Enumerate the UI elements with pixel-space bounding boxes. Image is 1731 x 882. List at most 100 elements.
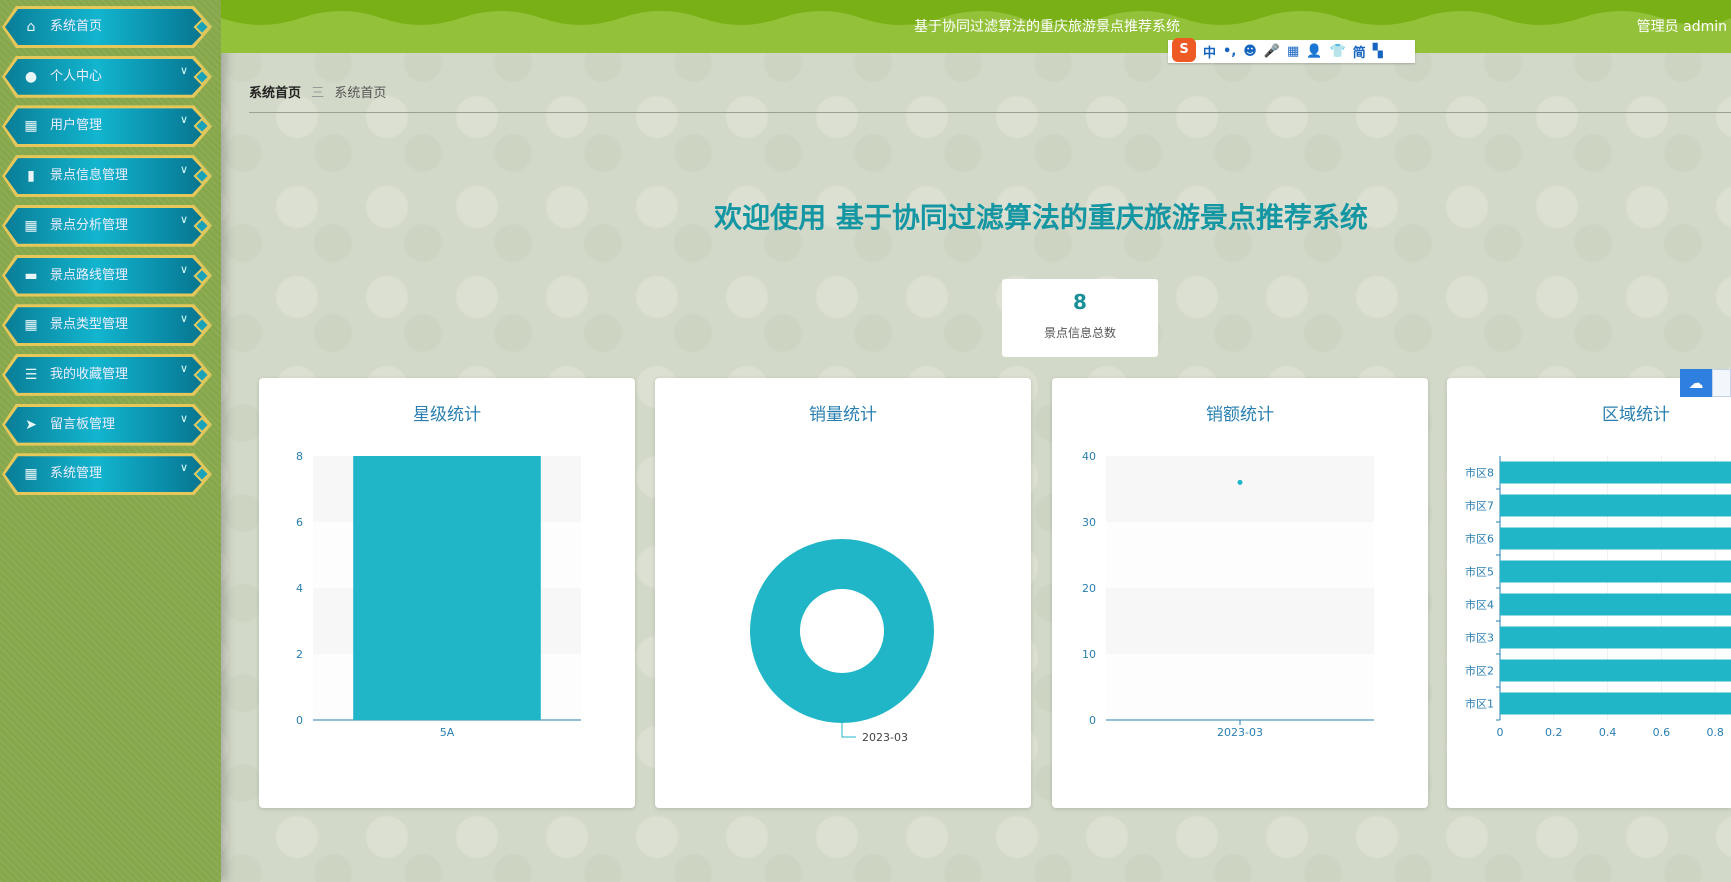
y-tick-label: 市区4 — [1465, 598, 1494, 612]
chevron-down-icon: ∨ — [179, 163, 188, 177]
header: 基于协同过滤算法的重庆旅游景点推荐系统 管理员 admin — [221, 0, 1731, 53]
grid-icon: ▦ — [24, 217, 38, 234]
grid-icon: ▦ — [24, 317, 38, 334]
sidebar: ⌂ 系统首页 ● 个人中心 ∨ ▦ 用户管理 ∨ ▮ 景点信息管理 ∨ ▦ 景点分析管理 ∨ ▬ 景点路线管理… — [0, 0, 221, 882]
sidebar-item-7[interactable]: ☰ 我的收藏管理 ∨ — [2, 354, 212, 396]
bar — [1500, 461, 1731, 484]
chevron-down-icon: ∨ — [179, 262, 188, 276]
y-tick-label: 2 — [296, 648, 303, 661]
y-tick-label: 市区2 — [1465, 664, 1494, 678]
chevron-down-icon: ∨ — [179, 411, 188, 425]
bar — [1500, 626, 1731, 649]
grid-band — [1106, 654, 1374, 720]
sogou-logo-icon: S — [1172, 37, 1196, 62]
user-menu[interactable]: 管理员 admin — [1637, 16, 1727, 36]
stat-label: 景点信息总数 — [1043, 326, 1116, 340]
x-tick-label: 0.4 — [1599, 726, 1617, 739]
grid-icon: ▦ — [24, 118, 38, 135]
x-tick-label: 0 — [1497, 726, 1504, 739]
ticket-icon: ▬ — [24, 267, 38, 284]
chevron-down-icon: ∨ — [179, 63, 188, 77]
ime-tool-4[interactable]: ▦ — [1287, 44, 1299, 59]
breadcrumb: 系统首页 三 系统首页 — [249, 82, 386, 101]
sidebar-item-label: 系统首页 — [50, 19, 103, 34]
y-tick-label: 0 — [296, 714, 303, 727]
sidebar-item-label: 留言板管理 — [50, 416, 116, 432]
ime-tool-8[interactable]: ▚ — [1373, 44, 1383, 59]
y-tick-label: 市区6 — [1465, 532, 1494, 546]
grid-band — [1106, 456, 1374, 522]
sidebar-item-label: 景点信息管理 — [50, 168, 129, 184]
bar — [1500, 527, 1731, 550]
ime-tool-5[interactable]: 👤 — [1306, 44, 1322, 59]
grid-band — [1106, 588, 1374, 654]
label-line — [841, 723, 856, 738]
ime-tool-3[interactable]: 🎤 — [1264, 44, 1280, 59]
x-tick-label: 0.6 — [1653, 726, 1671, 739]
sidebar-item-4[interactable]: ▦ 景点分析管理 ∨ — [2, 205, 212, 247]
bar — [353, 456, 541, 720]
sidebar-item-label: 景点路线管理 — [50, 267, 129, 283]
chevron-down-icon: ∨ — [179, 312, 188, 326]
sidebar-item-label: 景点类型管理 — [50, 317, 129, 333]
y-tick-label: 6 — [296, 516, 303, 529]
y-tick-label: 10 — [1082, 648, 1096, 661]
x-tick-label: 5A — [440, 726, 455, 739]
sidebar-item-3[interactable]: ▮ 景点信息管理 ∨ — [2, 155, 212, 197]
sidebar-item-1[interactable]: ● 个人中心 ∨ — [2, 56, 212, 98]
sidebar-item-6[interactable]: ▦ 景点类型管理 ∨ — [2, 304, 212, 346]
sidebar-item-9[interactable]: ▦ 系统管理 ∨ — [2, 453, 212, 495]
sidebar-item-2[interactable]: ▦ 用户管理 ∨ — [2, 105, 212, 147]
list-icon: ☰ — [24, 366, 38, 383]
ime-tool-6[interactable]: 👕 — [1330, 44, 1346, 59]
x-tick-label: 2023-03 — [1217, 726, 1263, 739]
header-title: 基于协同过滤算法的重庆旅游景点推荐系统 — [914, 19, 1180, 35]
y-tick-label: 8 — [296, 450, 303, 463]
chevron-down-icon: ∨ — [179, 361, 188, 375]
y-tick-label: 40 — [1082, 450, 1096, 463]
data-point — [1237, 479, 1243, 485]
ime-toolbar[interactable]: S 中 •, ☻ 🎤 ▦ 👤 👕 简 ▚ — [1168, 37, 1415, 63]
paper-plane-icon: ➤ — [25, 416, 37, 433]
ime-tool-1[interactable]: •, — [1223, 44, 1236, 59]
ime-tool-7[interactable]: 简 — [1353, 42, 1366, 61]
sidebar-item-label: 我的收藏管理 — [50, 366, 129, 382]
x-tick-label: 0.8 — [1706, 726, 1724, 739]
stat-card: 8 景点信息总数 — [1002, 279, 1158, 357]
cloud-icon[interactable]: ☁ — [1680, 369, 1712, 397]
y-tick-label: 4 — [296, 582, 303, 595]
ime-tool-2[interactable]: ☻ — [1243, 44, 1257, 59]
slice-label: 2023-03 — [862, 731, 908, 744]
y-tick-label: 20 — [1082, 582, 1096, 595]
sidebar-item-8[interactable]: ➤ 留言板管理 ∨ — [2, 404, 212, 446]
breadcrumb-separator: 三 — [311, 86, 325, 101]
user-icon: ● — [24, 68, 38, 85]
bar — [1500, 593, 1731, 616]
breadcrumb-home[interactable]: 系统首页 — [249, 86, 301, 101]
y-tick-label: 市区5 — [1465, 565, 1494, 579]
bar — [1500, 692, 1731, 715]
cloud-save-widget[interactable]: ☁ — [1680, 369, 1731, 397]
grid-band — [1106, 522, 1374, 588]
y-tick-label: 30 — [1082, 516, 1096, 529]
sidebar-item-label: 个人中心 — [50, 68, 103, 84]
y-tick-label: 市区3 — [1465, 631, 1494, 645]
divider — [249, 112, 1731, 113]
chevron-down-icon: ∨ — [179, 212, 188, 226]
x-tick-label: 0.2 — [1545, 726, 1563, 739]
donut-slice — [750, 539, 934, 723]
sales-amount-chart-card: 销额统计 0 10 20 30 40 2023-03 — [1052, 378, 1428, 808]
bar — [1500, 659, 1731, 682]
sidebar-item-5[interactable]: ▬ 景点路线管理 ∨ — [2, 255, 212, 297]
bar-chart-icon: ▮ — [27, 168, 35, 185]
sidebar-item-label: 系统管理 — [50, 466, 103, 482]
breadcrumb-current: 系统首页 — [334, 86, 387, 101]
y-tick-label: 市区8 — [1465, 466, 1494, 480]
y-tick-label: 市区1 — [1465, 697, 1494, 711]
y-tick-label: 0 — [1089, 714, 1096, 727]
welcome-title: 欢迎使用 基于协同过滤算法的重庆旅游景点推荐系统 — [714, 201, 1368, 234]
y-tick-label: 市区7 — [1465, 499, 1494, 513]
ime-tool-0[interactable]: 中 — [1203, 42, 1216, 61]
sidebar-item-0[interactable]: ⌂ 系统首页 — [2, 6, 212, 48]
grid-icon: ▦ — [24, 466, 38, 483]
